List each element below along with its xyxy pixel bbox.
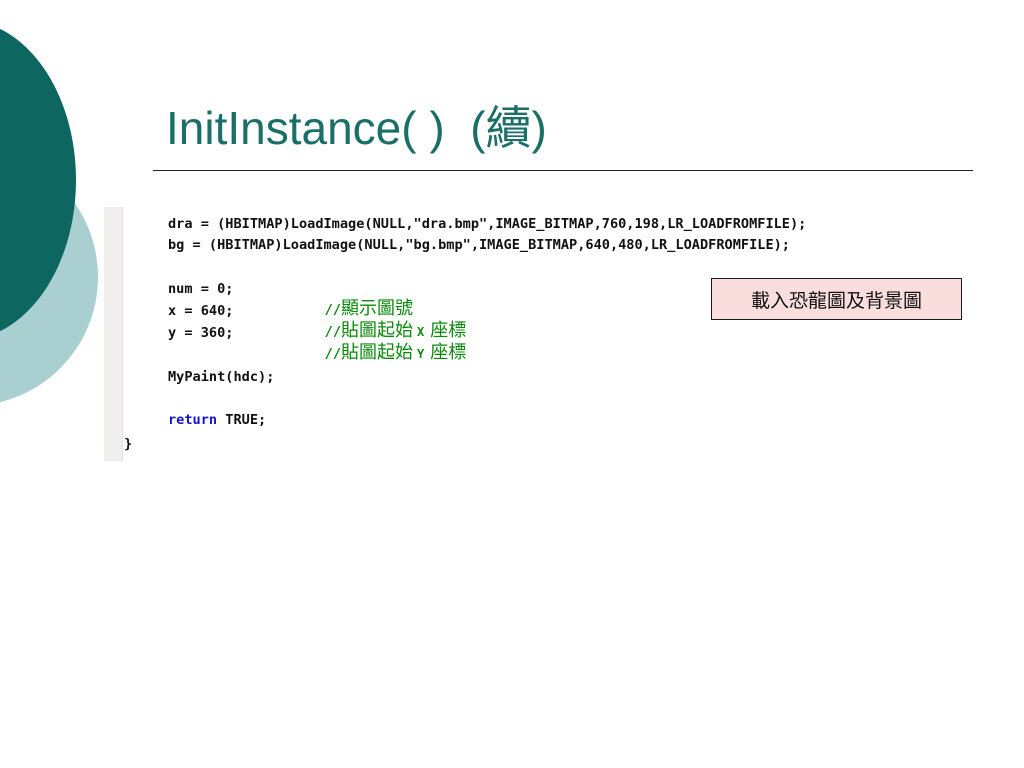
return-value: TRUE; — [217, 412, 267, 428]
code-line-x: x = 640; — [168, 303, 234, 319]
code-line-load-dra: dra = (HBITMAP)LoadImage(NULL,"dra.bmp",… — [168, 216, 807, 232]
code-comment-y: //貼圖起始 Y 座標 — [298, 320, 467, 382]
code-line-mypaint: MyPaint(hdc); — [168, 369, 275, 385]
code-editor-gutter — [104, 207, 123, 461]
code-line-num: num = 0; — [168, 281, 234, 297]
comment-slashes: // — [324, 346, 342, 362]
annotation-callout: 載入恐龍圖及背景圖 — [711, 278, 962, 320]
return-keyword: return — [168, 412, 218, 428]
comment-text: 貼圖起始 — [341, 342, 414, 363]
title-divider — [153, 170, 973, 171]
comment-axis: Y — [417, 347, 425, 361]
code-line-return: return TRUE; — [168, 410, 266, 430]
comment-tail: 座標 — [430, 342, 467, 363]
slide: InitInstance( ) (續) dra = (HBITMAP)LoadI… — [0, 0, 1024, 768]
code-line-closing-brace: } — [124, 436, 133, 452]
slide-title: InitInstance( ) (續) — [166, 102, 547, 154]
code-line-load-bg: bg = (HBITMAP)LoadImage(NULL,"bg.bmp",IM… — [168, 237, 790, 253]
code-line-y: y = 360; — [168, 325, 234, 341]
